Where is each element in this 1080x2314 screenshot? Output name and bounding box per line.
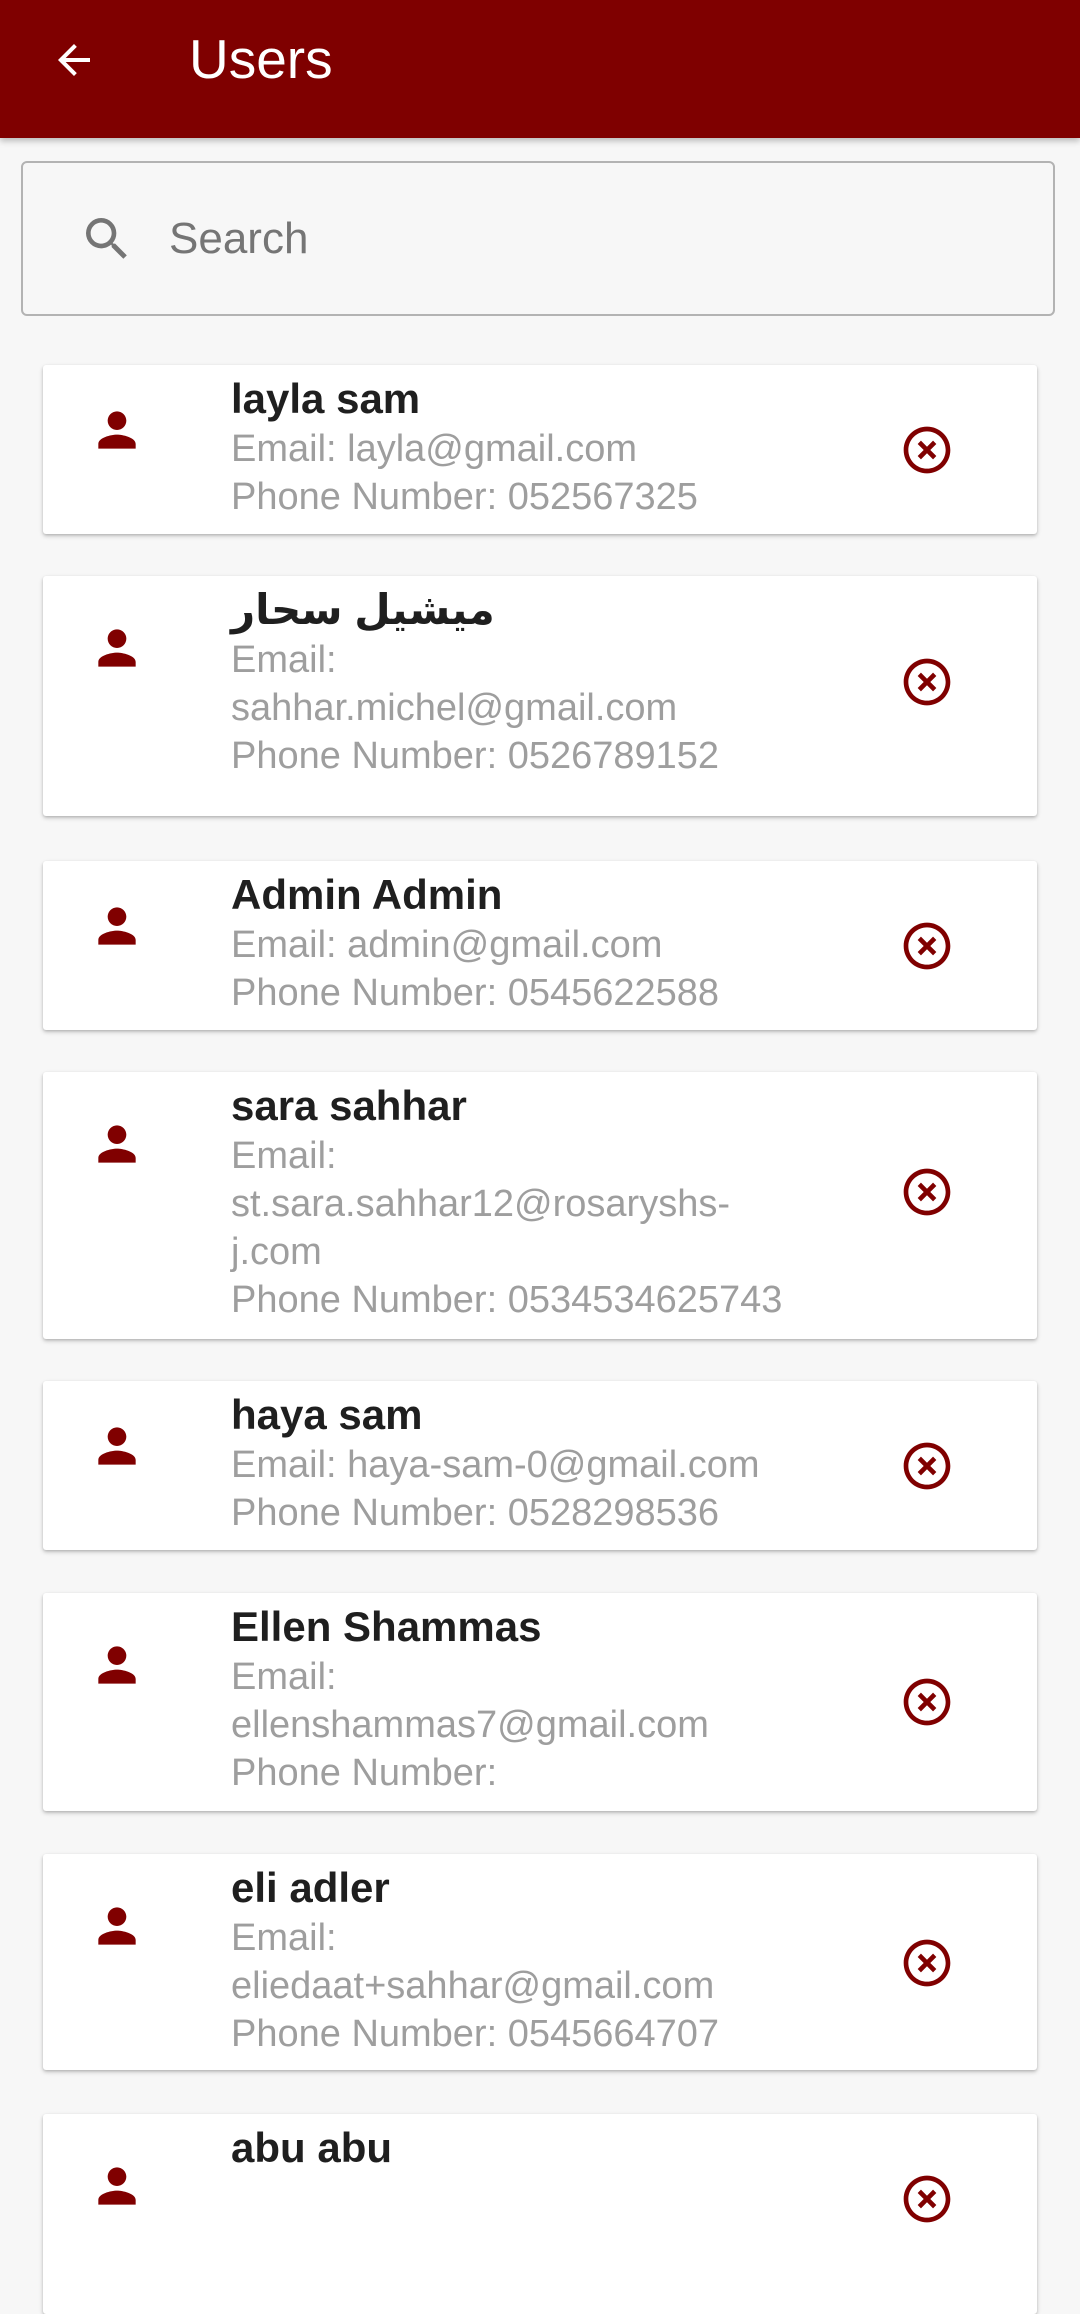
delete-user-button[interactable] [899, 1438, 955, 1494]
delete-user-button[interactable] [899, 1935, 955, 1991]
user-email: Email: admin@gmail.com [231, 924, 663, 966]
user-name: abu abu [231, 2124, 393, 2171]
user-name: Admin Admin [231, 871, 503, 918]
arrow-left-icon [58, 44, 90, 76]
user-details: Ellen Shammas Email: ellenshammas7@gmail.c… [231, 1601, 871, 1797]
page-title: Users [189, 28, 333, 90]
user-email: Email: [231, 1135, 337, 1177]
user-name: haya sam [231, 1391, 423, 1438]
user-name: layla sam [231, 375, 421, 422]
search-input[interactable] [149, 193, 1029, 285]
user-phone: Phone Number: 0526789152 [231, 735, 720, 777]
delete-user-button[interactable] [899, 654, 955, 710]
user-card[interactable]: ميشيل سحار Email: sahhar.michel@gmail.com P… [43, 576, 1037, 816]
user-email: sahhar.michel@gmail.com [231, 687, 678, 729]
user-card[interactable]: Ellen Shammas Email: ellenshammas7@gmail.c… [43, 1593, 1037, 1811]
user-details: layla sam Email: layla@gmail.com Phone Num… [231, 373, 871, 521]
user-card[interactable]: Admin Admin Email: admin@gmail.com Phone N… [43, 861, 1037, 1030]
person-icon [89, 620, 145, 676]
user-email: ellenshammas7@gmail.com [231, 1704, 709, 1746]
person-icon [89, 1637, 145, 1693]
user-email: Email: layla@gmail.com [231, 428, 638, 470]
cancel-circle-icon [903, 1168, 951, 1216]
user-email: Email: [231, 639, 337, 681]
user-card[interactable]: sara sahhar Email: st.sara.sahhar12@rosary… [43, 1072, 1037, 1339]
delete-user-button[interactable] [899, 422, 955, 478]
back-button[interactable] [40, 26, 108, 94]
user-email: j.com [231, 1231, 322, 1273]
user-details: ميشيل سحار Email: sahhar.michel@gmail.com P… [231, 584, 871, 780]
user-email: Email: [231, 1656, 337, 1698]
user-phone: Phone Number: 0545664707 [231, 2013, 720, 2055]
app-bar: Users [0, 0, 1080, 138]
delete-user-button[interactable] [899, 1164, 955, 1220]
user-details: haya sam Email: haya-sam-0@gmail.com Phone… [231, 1389, 871, 1537]
user-name: eli adler [231, 1864, 390, 1911]
person-icon [89, 1116, 145, 1172]
cancel-circle-icon [903, 2175, 951, 2223]
user-card[interactable]: abu abu [43, 2114, 1037, 2314]
person-icon [89, 898, 145, 954]
cancel-circle-icon [903, 658, 951, 706]
user-phone: Phone Number: 052567325 [231, 476, 698, 518]
person-icon [89, 1898, 145, 1954]
person-icon [89, 2158, 145, 2214]
delete-user-button[interactable] [899, 1674, 955, 1730]
search-box[interactable] [21, 161, 1055, 316]
cancel-circle-icon [903, 426, 951, 474]
person-icon [89, 1418, 145, 1474]
person-icon [89, 402, 145, 458]
user-card[interactable]: eli adler Email: eliedaat+sahhar@gmail.com… [43, 1854, 1037, 2070]
cancel-circle-icon [903, 922, 951, 970]
user-phone: Phone Number: 0534534625743 [231, 1279, 783, 1321]
user-phone: Phone Number: [231, 1752, 498, 1794]
user-email: eliedaat+sahhar@gmail.com [231, 1965, 715, 2007]
cancel-circle-icon [903, 1939, 951, 1987]
user-details: sara sahhar Email: st.sara.sahhar12@rosary… [231, 1080, 871, 1324]
delete-user-button[interactable] [899, 2171, 955, 2227]
user-email: Email: [231, 1917, 337, 1959]
user-email: st.sara.sahhar12@rosaryshs- [231, 1183, 730, 1225]
cancel-circle-icon [903, 1442, 951, 1490]
user-card[interactable]: layla sam Email: layla@gmail.com Phone Num… [43, 365, 1037, 534]
search-icon [86, 218, 127, 259]
delete-user-button[interactable] [899, 918, 955, 974]
user-details: Admin Admin Email: admin@gmail.com Phone N… [231, 869, 871, 1017]
user-phone: Phone Number: 0528298536 [231, 1492, 720, 1534]
user-name: Ellen Shammas [231, 1603, 542, 1650]
user-name: ميشيل سحار [231, 586, 495, 633]
user-details: eli adler Email: eliedaat+sahhar@gmail.com… [231, 1862, 871, 2058]
user-card[interactable]: haya sam Email: haya-sam-0@gmail.com Phone… [43, 1381, 1037, 1550]
cancel-circle-icon [903, 1678, 951, 1726]
user-details: abu abu [231, 2122, 871, 2174]
user-email: Email: haya-sam-0@gmail.com [231, 1444, 760, 1486]
user-name: sara sahhar [231, 1082, 467, 1129]
user-phone: Phone Number: 0545622588 [231, 972, 720, 1014]
